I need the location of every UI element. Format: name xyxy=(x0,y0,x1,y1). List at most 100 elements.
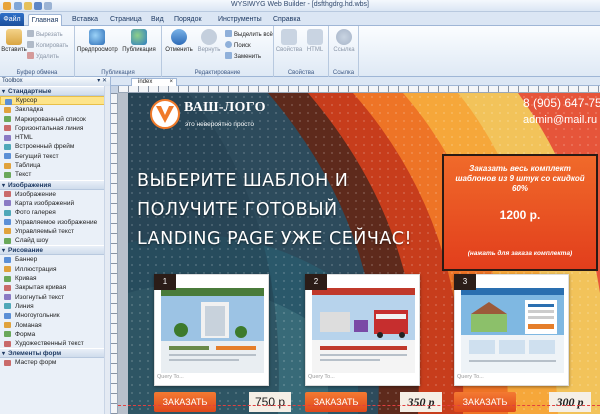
toolbox-item[interactable]: Управляемый текст xyxy=(0,227,110,236)
select-all-button[interactable]: Выделить всё xyxy=(225,30,273,39)
bundle-offer-box[interactable]: Заказать весь комплект шаблонов из 9 шту… xyxy=(442,154,598,271)
link-button[interactable]: Ссылка xyxy=(330,29,358,53)
replace-button[interactable]: Заменить xyxy=(225,52,261,61)
new-file-icon[interactable] xyxy=(14,2,22,10)
tool-icon xyxy=(4,359,11,366)
toolbox-item[interactable]: Встроенный фрейм xyxy=(0,142,110,151)
price-label-3: 300 р xyxy=(549,392,591,412)
tab-view[interactable]: Вид xyxy=(151,14,164,26)
tab-home[interactable]: Главная xyxy=(28,14,62,26)
tool-icon xyxy=(4,116,11,123)
design-canvas[interactable]: ВАШ-ЛОГО это невероятно просто 8 (905) 6… xyxy=(118,93,600,414)
delete-icon xyxy=(27,52,34,59)
toolbox-item[interactable]: Изогнутый текст xyxy=(0,293,110,302)
tool-icon xyxy=(4,143,11,150)
tab-page[interactable]: Страница xyxy=(110,14,142,26)
undo-button[interactable]: Отменить xyxy=(164,29,194,53)
tab-arrange[interactable]: Порядок xyxy=(174,14,202,26)
toolbox-category[interactable]: ▾ Стандартные xyxy=(0,86,110,96)
toolbox-item[interactable]: Ломаная xyxy=(0,321,110,330)
headline-line-3: LANDING PAGE УЖЕ СЕЙЧАС! xyxy=(137,229,413,249)
title-bar: WYSIWYG Web Builder - [dsfthgdrg.hd.wbs] xyxy=(0,0,600,12)
toolbox-item[interactable]: HTML xyxy=(0,133,110,142)
tool-icon xyxy=(4,322,11,329)
scissors-icon xyxy=(27,30,34,37)
publish-button[interactable]: Публикация xyxy=(119,29,159,53)
tab-help[interactable]: Справка xyxy=(273,14,300,26)
toolbox-item[interactable]: Текст xyxy=(0,170,110,179)
toolbox-item[interactable]: Бегущий текст xyxy=(0,152,110,161)
copy-icon xyxy=(27,41,34,48)
menu-file[interactable]: Файл xyxy=(0,13,24,26)
tool-icon xyxy=(4,200,11,207)
preview-button[interactable]: Предпросмотр xyxy=(77,29,118,53)
offer-price: 1200 р. xyxy=(499,208,541,222)
template-card-3[interactable]: Query To... xyxy=(454,274,569,386)
tool-icon xyxy=(4,331,11,338)
toolbox-item[interactable]: Таблица xyxy=(0,161,110,170)
document-tab-index[interactable]: index × xyxy=(131,78,177,86)
template-card-1[interactable]: Query To... xyxy=(154,274,269,386)
toolbox-item[interactable]: Кривая xyxy=(0,274,110,283)
document-area: index × ВАШ-ЛОГО это невероятно просто 8… xyxy=(111,77,600,414)
template-card-2[interactable]: Query To... xyxy=(305,274,420,386)
find-button[interactable]: Поиск xyxy=(225,41,251,50)
card-number-badge: 3 xyxy=(454,274,476,290)
tool-icon xyxy=(4,171,11,178)
card-caption: Query To... xyxy=(308,374,335,380)
tool-icon xyxy=(4,340,11,347)
toolbox-item[interactable]: Многоугольник xyxy=(0,311,110,320)
toolbox-item[interactable]: Закладка xyxy=(0,105,110,114)
order-button-1[interactable]: ЗАКАЗАТЬ xyxy=(154,392,216,412)
toolbox-category[interactable]: ▾ Изображения xyxy=(0,179,110,190)
toolbox-item[interactable]: Художественный текст xyxy=(0,339,110,348)
price-label-1: 750 р xyxy=(249,392,291,412)
template-preview-2 xyxy=(312,288,415,373)
toolbox-category[interactable]: ▾ Рисование xyxy=(0,245,110,256)
toolbox-item[interactable]: Мастер форм xyxy=(0,358,110,367)
landing-page: ВАШ-ЛОГО это невероятно просто 8 (905) 6… xyxy=(128,93,600,414)
save-icon[interactable] xyxy=(34,2,42,10)
headline-line-2: ПОЛУЧИТЕ ГОТОВЫЙ xyxy=(137,200,338,220)
cut-button[interactable]: Вырезать xyxy=(27,30,63,39)
order-button-2[interactable]: ЗАКАЗАТЬ xyxy=(305,392,367,412)
properties-button[interactable]: Свойства xyxy=(274,29,304,53)
redo-button[interactable]: Вернуть xyxy=(194,29,224,53)
toolbox-scrollbar[interactable] xyxy=(104,86,110,414)
toolbox-item[interactable]: Фото галерея xyxy=(0,208,110,217)
toolbox-item[interactable]: Маркированный список xyxy=(0,115,110,124)
document-tabs: index × xyxy=(111,77,600,86)
html-icon xyxy=(307,29,323,45)
toolbox-item[interactable]: Изображение xyxy=(0,190,110,199)
tool-icon xyxy=(4,275,11,282)
tab-tools[interactable]: Инструменты xyxy=(218,14,262,26)
toolbox-item[interactable]: Линия xyxy=(0,302,110,311)
paste-button[interactable]: Вставить xyxy=(0,29,28,53)
delete-button[interactable]: Удалить xyxy=(27,52,59,61)
logo-tagline: это невероятно просто xyxy=(185,121,254,128)
html-button[interactable]: HTML xyxy=(302,29,328,53)
tool-icon xyxy=(4,209,11,216)
globe-icon xyxy=(131,29,147,45)
vertical-ruler xyxy=(111,93,118,414)
tab-insert[interactable]: Вставка xyxy=(72,14,98,26)
toolbox-item[interactable]: Форма xyxy=(0,330,110,339)
toolbox-item[interactable]: Карта изображений xyxy=(0,199,110,208)
toolbox-item[interactable]: Закрытая кривая xyxy=(0,283,110,292)
open-file-icon[interactable] xyxy=(24,2,32,10)
toolbox-item[interactable]: Слайд шоу xyxy=(0,236,110,245)
pin-icon[interactable]: ▾ ✕ xyxy=(97,77,107,86)
toolbox-item[interactable]: Курсор xyxy=(0,96,110,106)
tool-icon xyxy=(4,294,11,301)
quick-access-menu-icon[interactable] xyxy=(44,2,52,10)
toolbox-item[interactable]: Баннер xyxy=(0,255,110,264)
close-icon[interactable]: × xyxy=(169,79,173,86)
window-title: WYSIWYG Web Builder - [dsfthgdrg.hd.wbs] xyxy=(231,1,369,8)
order-button-3[interactable]: ЗАКАЗАТЬ xyxy=(454,392,516,412)
toolbox-item[interactable]: Горизонтальная линия xyxy=(0,124,110,133)
toolbox-item[interactable]: Управляемое изображение xyxy=(0,218,110,227)
toolbox-category[interactable]: ▾ Элементы форм xyxy=(0,348,110,359)
clipboard-group: Вставить Вырезать Копировать Удалить Буф… xyxy=(0,26,75,77)
copy-button[interactable]: Копировать xyxy=(27,41,68,50)
toolbox-item[interactable]: Иллюстрация xyxy=(0,265,110,274)
